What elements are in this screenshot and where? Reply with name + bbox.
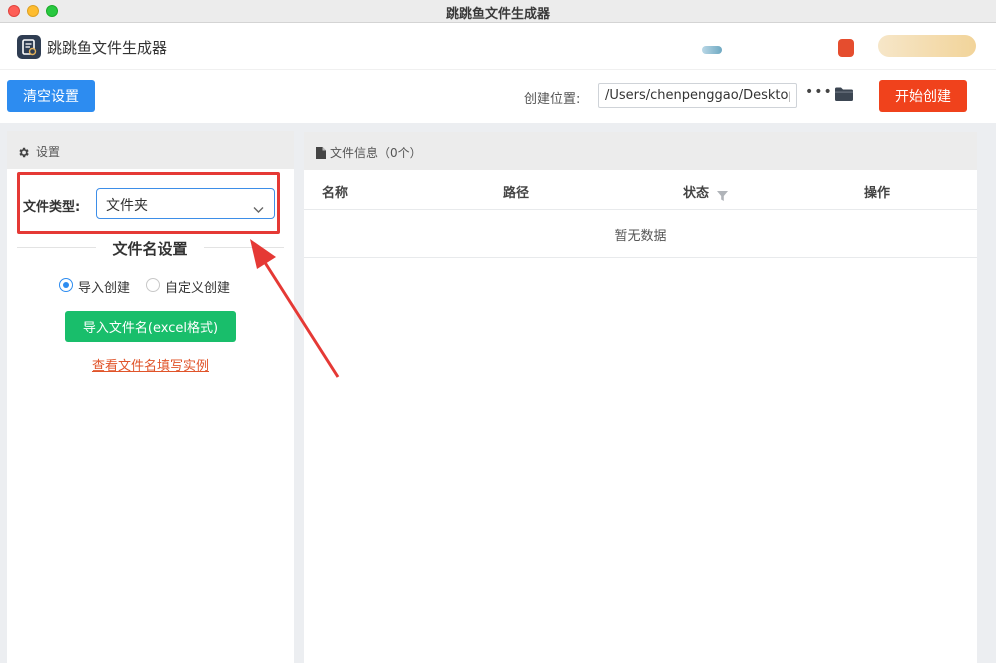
filename-section-title: 文件名设置 bbox=[96, 238, 204, 259]
more-options-icon[interactable]: ••• bbox=[805, 84, 833, 100]
header-promo-badge[interactable] bbox=[878, 35, 976, 57]
column-header-name[interactable]: 名称 bbox=[322, 182, 348, 201]
header-decoration bbox=[702, 46, 722, 54]
radio-custom-create[interactable]: 自定义创建 bbox=[146, 276, 246, 296]
settings-panel-title: 设置 bbox=[36, 145, 61, 159]
import-filenames-button[interactable]: 导入文件名(excel格式) bbox=[65, 311, 236, 342]
file-table-header: 名称 路径 状态 操作 bbox=[304, 170, 977, 210]
clear-settings-button[interactable]: 清空设置 bbox=[7, 80, 95, 112]
folder-icon[interactable] bbox=[834, 86, 854, 106]
gear-icon bbox=[17, 144, 30, 163]
create-location-input[interactable] bbox=[598, 83, 797, 108]
toolbar: 清空设置 创建位置: ••• 开始创建 bbox=[0, 69, 996, 123]
column-header-action[interactable]: 操作 bbox=[864, 182, 890, 201]
file-info-header: 文件信息（0个） bbox=[304, 132, 977, 170]
document-icon bbox=[316, 144, 326, 163]
window-title: 跳跳鱼文件生成器 bbox=[445, 7, 550, 22]
filter-icon[interactable] bbox=[717, 186, 728, 205]
app-name: 跳跳鱼文件生成器 bbox=[47, 39, 168, 57]
empty-data-message: 暂无数据 bbox=[304, 210, 977, 258]
create-location-label: 创建位置: bbox=[524, 92, 581, 107]
annotation-highlight-box bbox=[17, 172, 280, 234]
filename-example-link[interactable]: 查看文件名填写实例 bbox=[7, 355, 294, 374]
settings-panel: 设置 文件类型: 文件夹 文件名设置 导入创建 自定义创建 导入文件名(exce… bbox=[7, 131, 294, 663]
radio-import-label: 导入创建 bbox=[78, 281, 131, 296]
header-red-badge[interactable] bbox=[838, 39, 854, 57]
start-create-button[interactable]: 开始创建 bbox=[879, 80, 967, 112]
settings-panel-header: 设置 bbox=[7, 131, 294, 169]
column-header-status[interactable]: 状态 bbox=[683, 182, 709, 201]
radio-import-indicator[interactable] bbox=[59, 278, 73, 292]
app-header: 跳跳鱼文件生成器 bbox=[0, 23, 996, 69]
file-info-panel: 文件信息（0个） 名称 路径 状态 操作 暂无数据 bbox=[304, 132, 977, 663]
window-titlebar: 跳跳鱼文件生成器 bbox=[0, 0, 996, 23]
radio-custom-label: 自定义创建 bbox=[165, 281, 231, 296]
app-logo-icon bbox=[17, 35, 41, 59]
file-info-title: 文件信息（0个） bbox=[330, 146, 422, 160]
column-header-path[interactable]: 路径 bbox=[503, 182, 529, 201]
radio-import-create[interactable]: 导入创建 bbox=[59, 276, 139, 296]
radio-custom-indicator[interactable] bbox=[146, 278, 160, 292]
